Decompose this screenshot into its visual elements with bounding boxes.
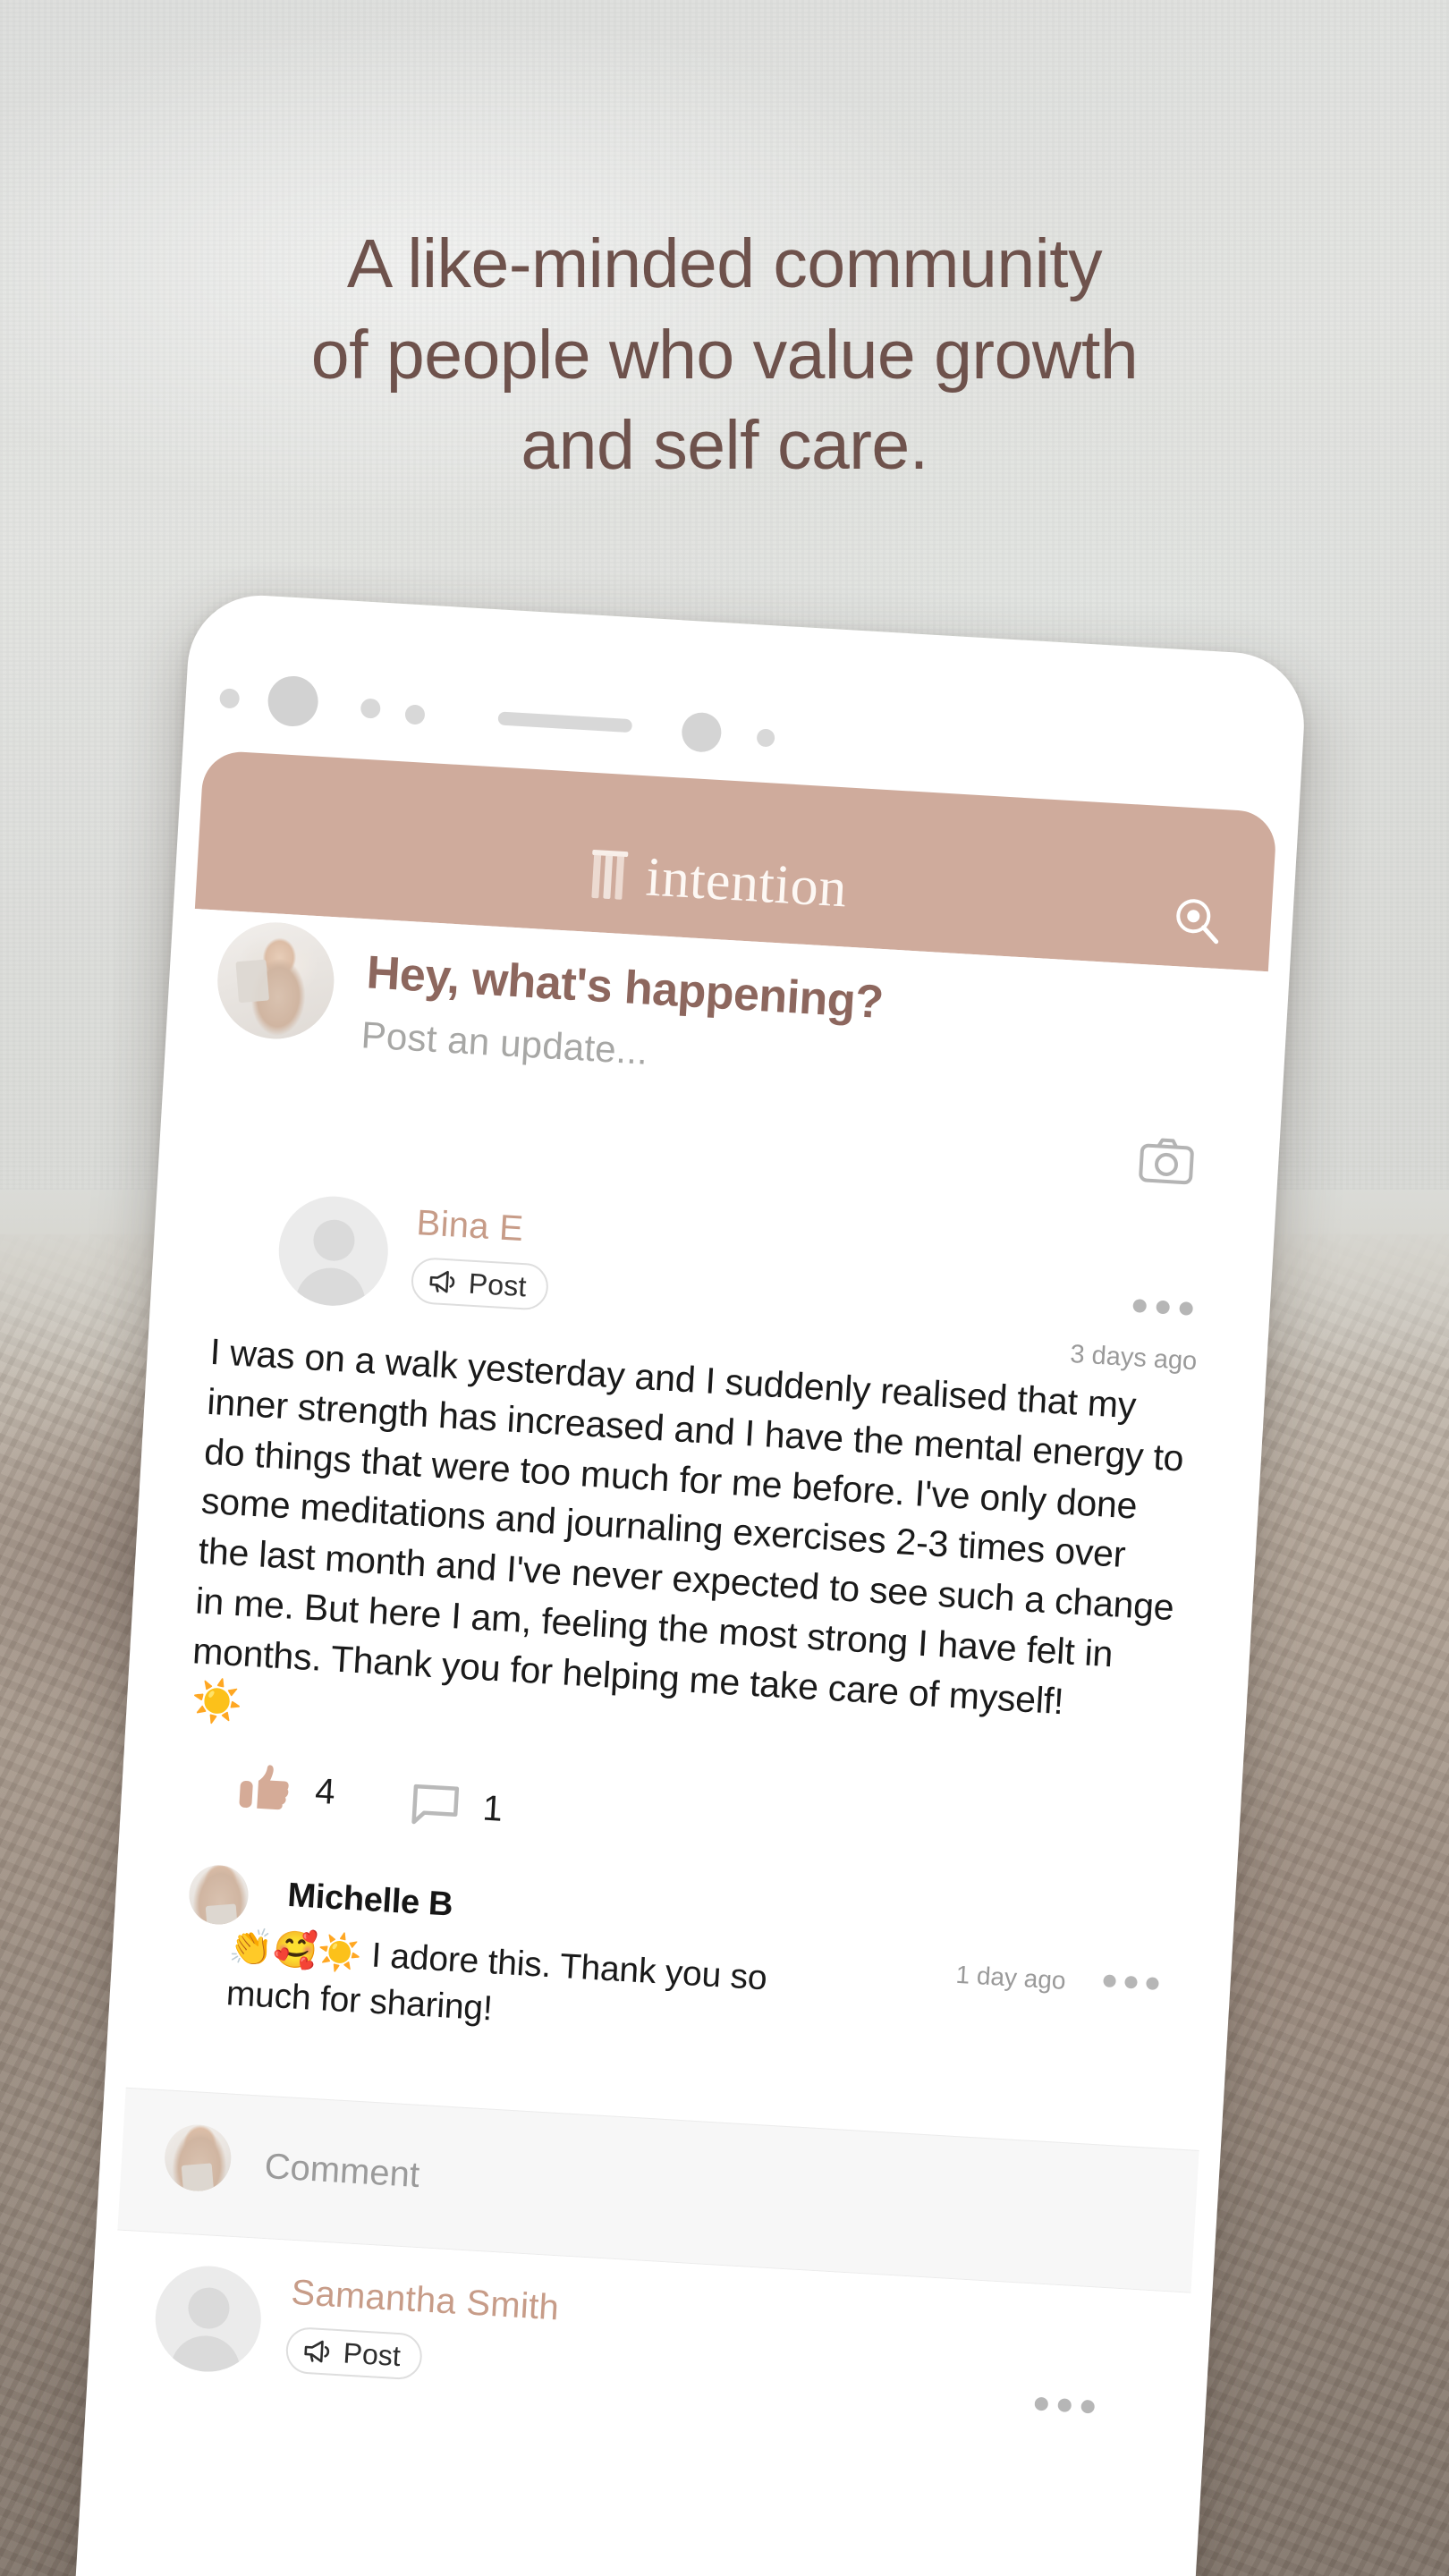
post-body-text: I was on a walk yesterday and I suddenly… (191, 1330, 1185, 1722)
compose-input-placeholder[interactable]: Post an update... (360, 1013, 649, 1073)
comment-author-name[interactable]: Michelle B (286, 1877, 453, 1925)
comment-author-avatar[interactable] (187, 1863, 250, 1927)
app-logo: intention (589, 846, 849, 919)
comment-body: 👏🥰☀️ I adore this. Thank you so much for… (225, 1923, 856, 2053)
megaphone-icon (301, 2338, 334, 2365)
sensor-dot-icon (756, 728, 775, 748)
headline-line-3: and self care. (521, 407, 928, 485)
comment-bubble-icon (410, 1782, 461, 1829)
sensor-dot-icon (681, 711, 723, 753)
post2-badge-label: Post (342, 2336, 402, 2372)
post2-more-options-icon[interactable] (1034, 2396, 1096, 2414)
headline-line-1: A like-minded community (346, 225, 1103, 302)
phone-mockup: intention Hey, what's happening? Post an… (69, 591, 1309, 2576)
post-badge-label: Post (467, 1267, 528, 1302)
post-timestamp: 3 days ago (1069, 1340, 1199, 1377)
post-more-options-icon[interactable] (1132, 1299, 1194, 1316)
megaphone-icon (427, 1268, 459, 1295)
app-brand-name: intention (644, 846, 849, 919)
sensor-dot-icon (219, 688, 241, 709)
thumbs-up-icon (237, 1761, 293, 1816)
comment-input-placeholder[interactable]: Comment (263, 2147, 421, 2196)
pillar-icon (589, 850, 628, 900)
post-author-name[interactable]: Bina E (415, 1203, 524, 1250)
current-user-avatar[interactable] (214, 919, 338, 1043)
sensor-dot-icon (360, 698, 381, 719)
comment-button[interactable]: 1 (410, 1782, 504, 1832)
post-author-avatar[interactable] (275, 1193, 392, 1309)
phone-screen: intention Hey, what's happening? Post an… (69, 591, 1309, 2576)
sensor-dot-icon (404, 704, 426, 725)
like-count: 4 (314, 1771, 336, 1812)
post2-type-badge: Post (284, 2326, 424, 2381)
comment-emojis: 👏🥰☀️ (227, 1927, 363, 1975)
earpiece-speaker (497, 711, 633, 733)
post2-author-name[interactable]: Samantha Smith (290, 2273, 560, 2328)
like-button[interactable]: 4 (237, 1761, 336, 1818)
comment-more-options-icon[interactable] (1103, 1974, 1159, 1991)
search-icon[interactable] (1169, 893, 1224, 947)
comment-count: 1 (481, 1788, 504, 1829)
comment-input-avatar (163, 2123, 233, 2193)
post2-author-avatar[interactable] (152, 2263, 265, 2376)
feed-post: Bina E Post 3 days ago I was on a walk y… (105, 1176, 1253, 2499)
compose-greeting: Hey, what's happening? (365, 946, 885, 1030)
camera-icon[interactable] (1138, 1136, 1196, 1186)
front-camera-icon (267, 674, 320, 728)
marketing-headline: A like-minded community of people who va… (0, 219, 1449, 492)
comment-timestamp: 1 day ago (954, 1961, 1067, 1996)
headline-line-2: of people who value growth (310, 316, 1139, 394)
post-type-badge: Post (410, 1256, 550, 1311)
